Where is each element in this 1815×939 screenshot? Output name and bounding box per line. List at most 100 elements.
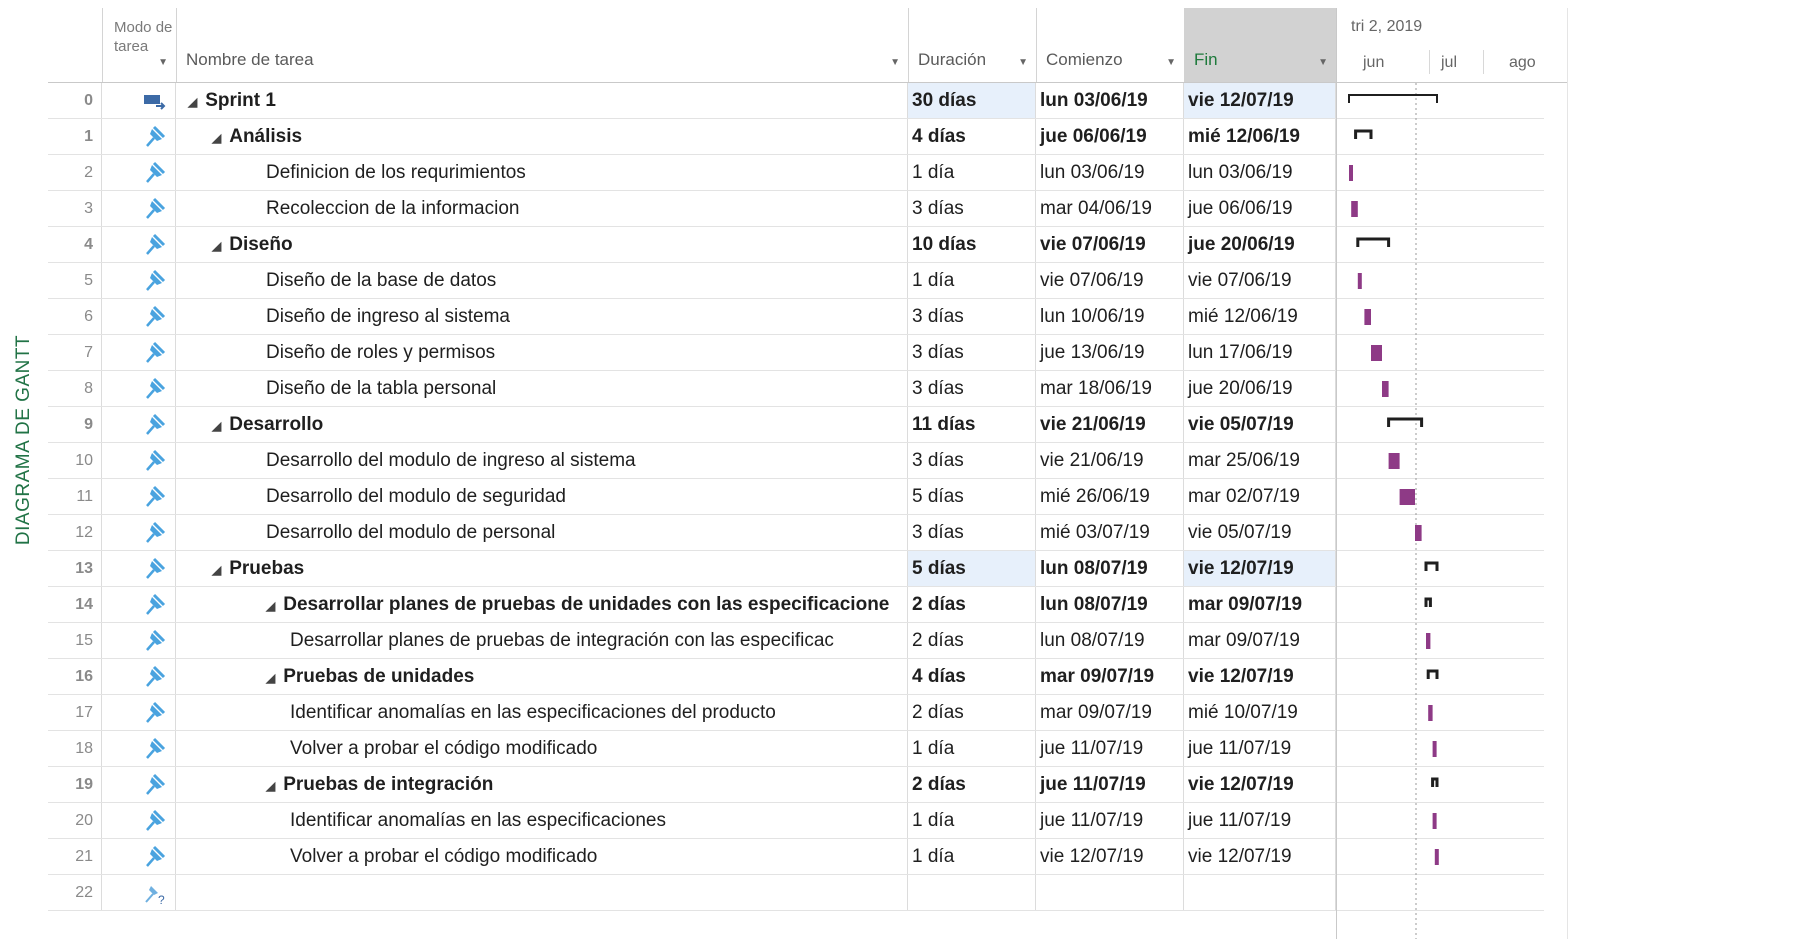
row-start[interactable]: vie 21/06/19: [1036, 407, 1184, 442]
row-id[interactable]: 21: [48, 839, 102, 874]
row-task-name[interactable]: ◢ Desarrollo: [176, 407, 908, 442]
table-row[interactable]: 3 Recoleccion de la informacion 3 días mar …: [48, 191, 1544, 227]
row-duration[interactable]: 10 días: [908, 227, 1036, 262]
table-row[interactable]: 4 ◢ Diseño 10 días vie 07/06/19 jue 20/06/19: [48, 227, 1544, 263]
table-row[interactable]: 18 Volver a probar el código modificado 1 …: [48, 731, 1544, 767]
row-start[interactable]: lun 08/07/19: [1036, 551, 1184, 586]
row-start[interactable]: mar 18/06/19: [1036, 371, 1184, 406]
row-end[interactable]: [1184, 875, 1336, 910]
row-start[interactable]: mié 03/07/19: [1036, 515, 1184, 550]
row-duration[interactable]: 3 días: [908, 335, 1036, 370]
row-duration[interactable]: [908, 875, 1036, 910]
row-duration[interactable]: 2 días: [908, 623, 1036, 658]
table-row[interactable]: 12 Desarrollo del modulo de personal 3 día…: [48, 515, 1544, 551]
row-end[interactable]: vie 12/07/19: [1184, 83, 1336, 118]
row-mode[interactable]: [102, 335, 176, 370]
row-duration[interactable]: 3 días: [908, 191, 1036, 226]
row-mode[interactable]: [102, 839, 176, 874]
collapse-toggle-icon[interactable]: ◢: [266, 599, 275, 613]
row-id[interactable]: 8: [48, 371, 102, 406]
header-end[interactable]: Fin ▼: [1184, 8, 1337, 82]
table-row[interactable]: 20 Identificar anomalías en las especific…: [48, 803, 1544, 839]
filter-dropdown-icon[interactable]: ▼: [1018, 57, 1028, 68]
row-mode[interactable]: [102, 587, 176, 622]
table-row[interactable]: 13 ◢ Pruebas 5 días lun 08/07/19 vie 12/07/19: [48, 551, 1544, 587]
row-mode[interactable]: [102, 515, 176, 550]
row-mode[interactable]: [102, 551, 176, 586]
row-duration[interactable]: 4 días: [908, 659, 1036, 694]
row-end[interactable]: jue 11/07/19: [1184, 731, 1336, 766]
row-task-name[interactable]: ◢ Sprint 1: [176, 83, 908, 118]
row-task-name[interactable]: Desarrollo del modulo de personal: [176, 515, 908, 550]
row-duration[interactable]: 3 días: [908, 371, 1036, 406]
row-task-name[interactable]: Diseño de roles y permisos: [176, 335, 908, 370]
row-start[interactable]: mar 09/07/19: [1036, 695, 1184, 730]
row-task-name[interactable]: ◢ Desarrollar planes de pruebas de unidad…: [176, 587, 908, 622]
row-mode[interactable]: [102, 659, 176, 694]
row-mode[interactable]: [102, 767, 176, 802]
table-row[interactable]: 14 ◢ Desarrollar planes de pruebas de unid…: [48, 587, 1544, 623]
row-mode[interactable]: [102, 443, 176, 478]
collapse-toggle-icon[interactable]: ◢: [212, 563, 221, 577]
table-row[interactable]: 15 Desarrollar planes de pruebas de integ…: [48, 623, 1544, 659]
row-mode[interactable]: [102, 227, 176, 262]
row-duration[interactable]: 3 días: [908, 443, 1036, 478]
row-duration[interactable]: 5 días: [908, 479, 1036, 514]
row-start[interactable]: mié 26/06/19: [1036, 479, 1184, 514]
row-id[interactable]: 0: [48, 83, 102, 118]
row-duration[interactable]: 2 días: [908, 695, 1036, 730]
row-end[interactable]: vie 12/07/19: [1184, 551, 1336, 586]
row-task-name[interactable]: Volver a probar el código modificado: [176, 731, 908, 766]
collapse-toggle-icon[interactable]: ◢: [266, 779, 275, 793]
row-task-name[interactable]: Diseño de la base de datos: [176, 263, 908, 298]
row-id[interactable]: 12: [48, 515, 102, 550]
table-row[interactable]: 11 Desarrollo del modulo de seguridad 5 dí…: [48, 479, 1544, 515]
row-mode[interactable]: [102, 119, 176, 154]
row-id[interactable]: 6: [48, 299, 102, 334]
row-end[interactable]: mar 09/07/19: [1184, 587, 1336, 622]
row-mode[interactable]: [102, 695, 176, 730]
row-task-name[interactable]: Identificar anomalías en las especificac…: [176, 695, 908, 730]
row-id[interactable]: 17: [48, 695, 102, 730]
row-start[interactable]: jue 11/07/19: [1036, 767, 1184, 802]
row-end[interactable]: mar 09/07/19: [1184, 623, 1336, 658]
table-row[interactable]: 16 ◢ Pruebas de unidades 4 días mar 09/07/19…: [48, 659, 1544, 695]
row-mode[interactable]: [102, 731, 176, 766]
table-row[interactable]: 5 Diseño de la base de datos 1 día vie 07/0…: [48, 263, 1544, 299]
row-mode[interactable]: [102, 803, 176, 838]
table-row[interactable]: 21 Volver a probar el código modificado 1 …: [48, 839, 1544, 875]
row-end[interactable]: jue 20/06/19: [1184, 371, 1336, 406]
row-start[interactable]: vie 21/06/19: [1036, 443, 1184, 478]
row-end[interactable]: mié 10/07/19: [1184, 695, 1336, 730]
row-id[interactable]: 3: [48, 191, 102, 226]
row-end[interactable]: jue 06/06/19: [1184, 191, 1336, 226]
row-task-name[interactable]: ◢ Diseño: [176, 227, 908, 262]
header-start[interactable]: Comienzo ▼: [1036, 8, 1185, 82]
filter-dropdown-icon[interactable]: ▼: [158, 57, 168, 68]
row-id[interactable]: 5: [48, 263, 102, 298]
row-id[interactable]: 19: [48, 767, 102, 802]
table-row[interactable]: 17 Identificar anomalías en las especific…: [48, 695, 1544, 731]
row-mode[interactable]: [102, 623, 176, 658]
row-id[interactable]: 4: [48, 227, 102, 262]
row-id[interactable]: 13: [48, 551, 102, 586]
header-duration[interactable]: Duración ▼: [908, 8, 1037, 82]
row-id[interactable]: 7: [48, 335, 102, 370]
row-end[interactable]: vie 12/07/19: [1184, 767, 1336, 802]
collapse-toggle-icon[interactable]: ◢: [188, 95, 197, 109]
row-id[interactable]: 1: [48, 119, 102, 154]
filter-dropdown-icon[interactable]: ▼: [1166, 57, 1176, 68]
row-task-name[interactable]: Desarrollo del modulo de seguridad: [176, 479, 908, 514]
row-duration[interactable]: 30 días: [908, 83, 1036, 118]
row-end[interactable]: jue 20/06/19: [1184, 227, 1336, 262]
row-task-name[interactable]: Diseño de ingreso al sistema: [176, 299, 908, 334]
row-id[interactable]: 2: [48, 155, 102, 190]
row-id[interactable]: 10: [48, 443, 102, 478]
row-end[interactable]: lun 17/06/19: [1184, 335, 1336, 370]
row-id[interactable]: 18: [48, 731, 102, 766]
row-duration[interactable]: 3 días: [908, 299, 1036, 334]
header-name[interactable]: Nombre de tarea ▼: [176, 8, 909, 82]
row-end[interactable]: vie 07/06/19: [1184, 263, 1336, 298]
row-start[interactable]: jue 11/07/19: [1036, 803, 1184, 838]
row-duration[interactable]: 1 día: [908, 839, 1036, 874]
